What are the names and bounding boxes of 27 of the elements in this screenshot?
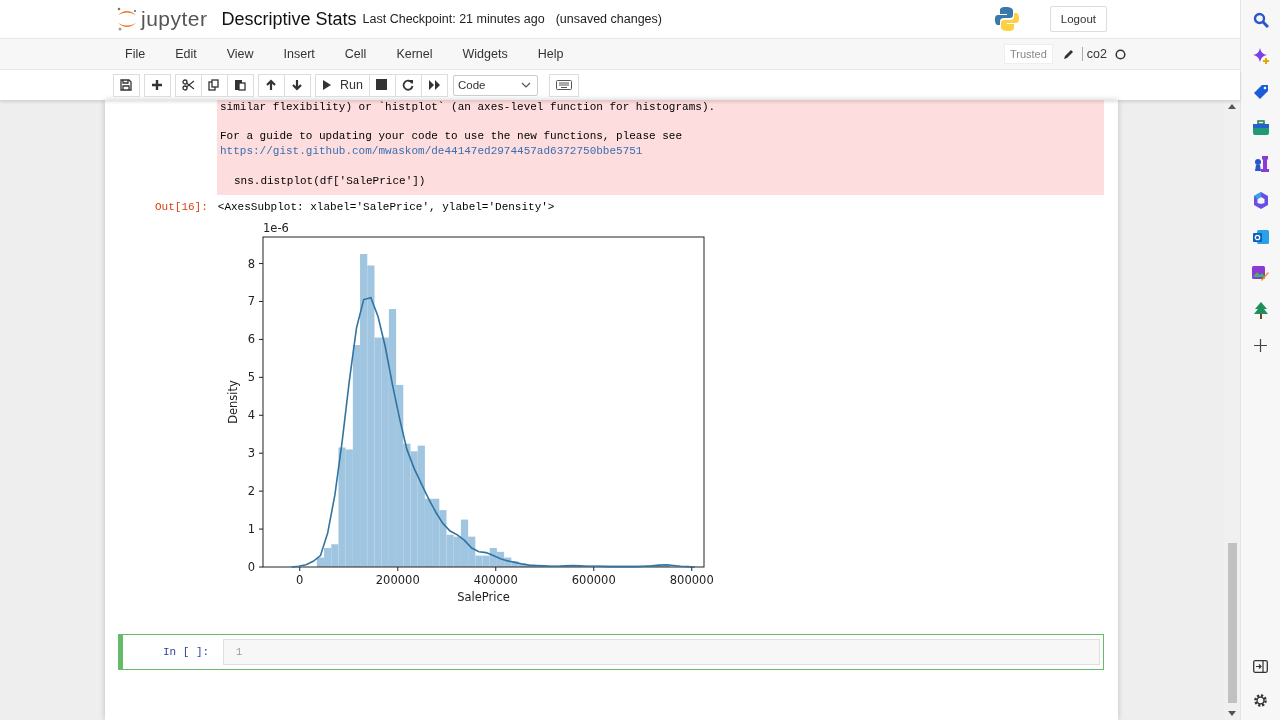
warning-text: similar flexibility) or `histplot` (an axes-level function for histograms). bbox=[220, 100, 717, 114]
warning-text: For a guide to updating your code to use the new functions, please see bbox=[220, 129, 684, 143]
input-prompt: In [ ]: bbox=[163, 646, 211, 658]
y-tick-label: 7 bbox=[247, 294, 255, 309]
y-tick-label: 2 bbox=[247, 484, 255, 499]
x-axis-label: SalePrice bbox=[457, 590, 510, 604]
y-tick-label: 6 bbox=[247, 332, 255, 347]
x-tick-label: 600000 bbox=[571, 573, 616, 587]
y-tick-label: 4 bbox=[247, 408, 255, 423]
code-snippet: sns.distplot(df['SalePrice']) bbox=[234, 174, 427, 189]
logo-text: jupyter bbox=[141, 7, 208, 31]
y-tick-label: 8 bbox=[247, 256, 255, 271]
y-tick-label: 0 bbox=[247, 560, 255, 574]
y-tick-label: 5 bbox=[247, 370, 255, 385]
result-text: <AxesSubplot: xlabel='SalePrice', ylabel='Density'> bbox=[217, 201, 555, 213]
y-tick-label: 1 bbox=[247, 522, 255, 537]
x-tick-label: 400000 bbox=[473, 573, 518, 587]
y-tick-label: 3 bbox=[247, 446, 255, 461]
x-tick-label: 0 bbox=[296, 573, 304, 587]
checkpoint-text: Last Checkpoint: 21 minutes ago bbox=[362, 12, 545, 26]
axis-offset-label: 1e-6 bbox=[263, 221, 289, 235]
autosave-status: (unsaved changes) bbox=[555, 12, 662, 26]
y-axis-label: Density bbox=[226, 380, 240, 424]
output-prompt: Out[16]: bbox=[155, 201, 208, 213]
line-number: 1 bbox=[236, 646, 242, 658]
x-tick-label: 800000 bbox=[669, 573, 714, 587]
x-tick-label: 200000 bbox=[375, 573, 420, 587]
